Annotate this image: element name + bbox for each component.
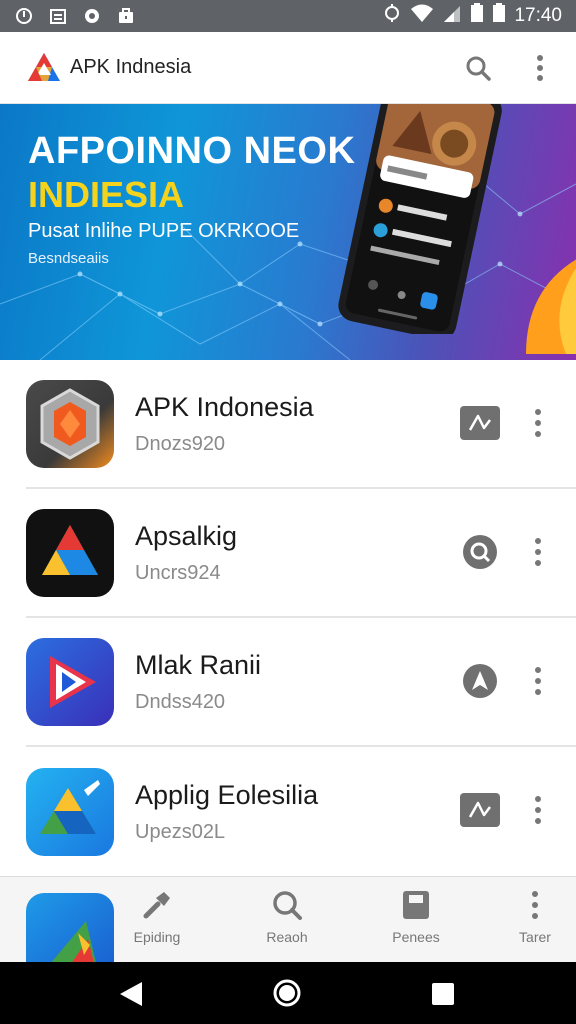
briefcase-icon <box>116 6 136 26</box>
list-item[interactable]: Apsalkig Uncrs924 <box>26 489 576 618</box>
calendar-icon <box>48 6 68 26</box>
search-icon <box>273 891 302 920</box>
battery-icon <box>470 3 484 29</box>
nav-item-reaoh[interactable]: Reaoh <box>242 887 332 945</box>
nav-item-tarer[interactable]: Tarer <box>490 887 576 945</box>
nav-label: Tarer <box>519 929 551 945</box>
app-action-button[interactable] <box>460 792 500 828</box>
navigation-icon <box>463 664 497 698</box>
banner-headline: AFPOINNO NEOK <box>28 130 356 172</box>
list-item[interactable]: Applig Eolesilia Upezs02L <box>26 747 576 876</box>
more-vertical-icon <box>535 538 541 566</box>
app-subtitle: Upezs02L <box>135 820 226 843</box>
app-subtitle: Dndss420 <box>135 690 226 713</box>
app-title: APK Indnesia <box>70 56 192 78</box>
search-icon <box>466 56 491 81</box>
app-icon-apsalkig <box>26 508 114 597</box>
status-time: 17:40 <box>514 5 562 26</box>
search-button[interactable] <box>462 52 494 84</box>
app-icon-partial[interactable] <box>26 893 114 971</box>
more-vertical-icon <box>535 409 541 437</box>
recents-icon[interactable] <box>432 983 454 1005</box>
more-vertical-icon <box>535 667 541 695</box>
list-item[interactable]: Mlak Ranii Dndss420 <box>26 618 576 747</box>
folder-icon <box>403 891 429 919</box>
app-icon-mlak-ranii <box>26 637 114 726</box>
vibrate-icon <box>382 3 402 29</box>
app-icon-applig-eolesilia <box>26 767 114 856</box>
more-vertical-icon <box>532 891 538 919</box>
back-icon[interactable] <box>118 980 144 1008</box>
app-subtitle: Dnozs920 <box>135 432 226 455</box>
app-overflow-button[interactable] <box>526 794 550 826</box>
app-name: APK Indonesia <box>135 391 314 422</box>
nav-item-epiding[interactable]: Epiding <box>112 887 202 945</box>
wrench-icon <box>143 892 170 919</box>
app-name: Apsalkig <box>135 520 238 551</box>
app-bar: APK Indnesia <box>0 32 576 104</box>
app-icon-apk-indonesia <box>26 379 114 468</box>
nav-label: Epiding <box>133 929 181 945</box>
app-overflow-button[interactable] <box>526 665 550 697</box>
chart-icon <box>460 406 500 440</box>
wifi-icon <box>410 3 434 29</box>
signal-icon <box>442 3 462 29</box>
app-name: Applig Eolesilia <box>135 779 319 810</box>
app-overflow-button[interactable] <box>526 407 550 439</box>
nav-item-penees[interactable]: Penees <box>371 887 461 945</box>
app-subtitle: Uncrs924 <box>135 561 221 584</box>
app-overflow-button[interactable] <box>526 536 550 568</box>
banner-headline-2: INDIESIA <box>28 174 185 215</box>
more-vertical-icon <box>535 796 541 824</box>
status-bar: 17:40 <box>0 0 576 32</box>
bottom-navigation: Epiding Reaoh Penees Tarer <box>0 876 576 971</box>
phone-mockup <box>338 104 502 334</box>
app-name: Mlak Ranii <box>135 649 262 680</box>
apk-logo-icon <box>28 52 60 81</box>
home-icon[interactable] <box>272 978 302 1008</box>
battery-icon-2 <box>492 3 506 29</box>
promo-banner[interactable]: AFPOINNO NEOK INDIESIA Pusat Inlihe PUPE… <box>0 104 576 360</box>
banner-small-text: Besndseaiis <box>28 250 109 267</box>
system-navigation-bar <box>0 962 576 1024</box>
overflow-menu-button[interactable] <box>524 52 556 84</box>
nav-label: Reaoh <box>266 929 308 945</box>
list-item[interactable]: APK Indonesia Dnozs920 <box>26 360 576 489</box>
app-action-button[interactable] <box>460 663 500 699</box>
banner-subtitle: Pusat Inlihe PUPE OKRKOOE <box>28 220 300 242</box>
chart-icon <box>460 793 500 827</box>
app-action-button[interactable] <box>460 534 500 570</box>
search-badge-icon <box>463 535 497 569</box>
app-list: APK Indonesia Dnozs920 Apsalkig Uncrs924 <box>0 360 576 876</box>
sync-icon <box>82 6 102 26</box>
more-vertical-icon <box>537 54 543 81</box>
decorative-swoosh <box>526 259 576 354</box>
nav-label: Penees <box>392 929 440 945</box>
shield-icon <box>14 6 34 26</box>
app-action-button[interactable] <box>460 405 500 441</box>
